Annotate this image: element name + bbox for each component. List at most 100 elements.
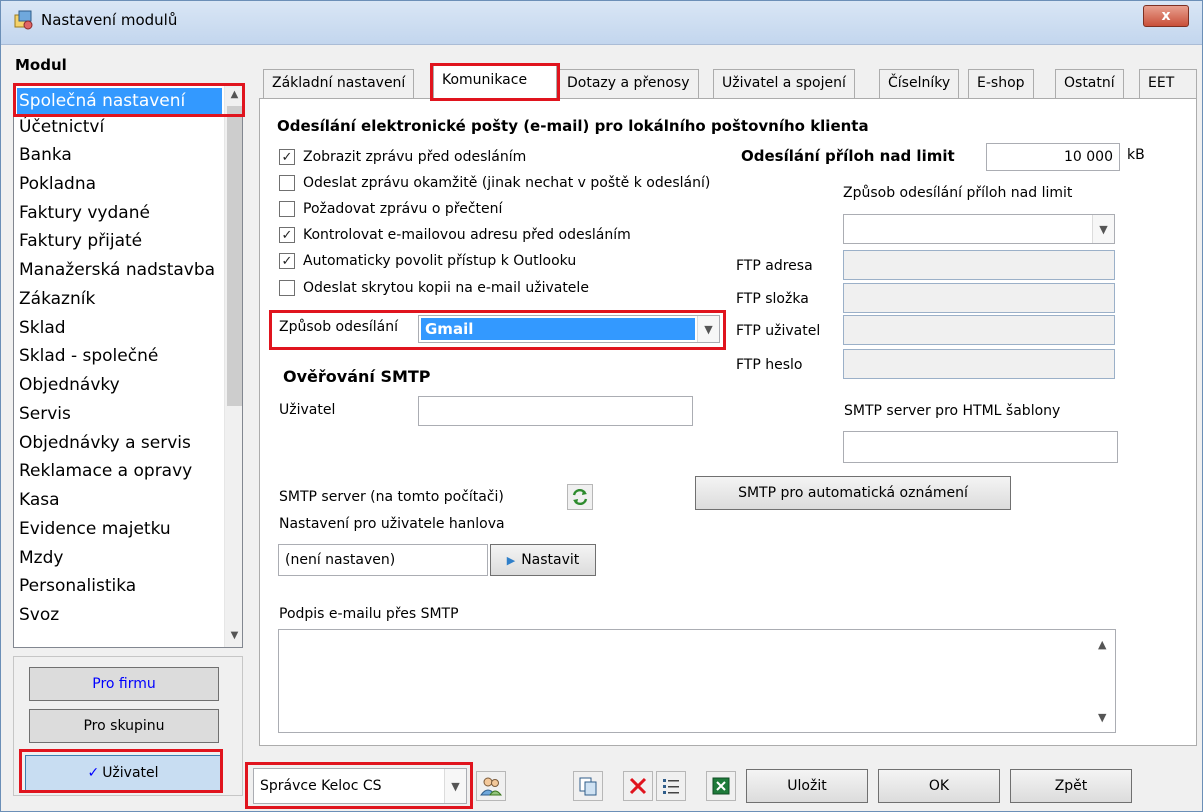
tab-user-connection[interactable]: Uživatel a spojení [713, 69, 855, 98]
user-combo[interactable]: Správce Keloc CS ▼ [253, 768, 467, 804]
users-icon[interactable] [476, 771, 506, 801]
checkbox-icon[interactable] [279, 175, 295, 191]
scroll-up-icon[interactable]: ▲ [1098, 638, 1106, 651]
signature-textarea[interactable]: ▲ ▼ [278, 629, 1116, 733]
save-button[interactable]: Uložit [746, 769, 868, 803]
back-button[interactable]: Zpět [1010, 769, 1132, 803]
smtp-auth-title: Ověřování SMTP [283, 367, 431, 386]
module-item[interactable]: Objednávky [17, 372, 222, 398]
smtp-html-server-label: SMTP server pro HTML šablony [844, 403, 1061, 419]
module-item[interactable]: Pokladna [17, 171, 222, 197]
tab-basic[interactable]: Základní nastavení [263, 69, 415, 98]
smtp-user-input[interactable] [418, 396, 693, 426]
excel-icon[interactable] [706, 771, 736, 801]
tab-eshop[interactable]: E-shop [968, 69, 1034, 98]
ftp-address-label: FTP adresa [736, 258, 813, 274]
set-smtp-label: Nastavit [521, 552, 580, 568]
option-label: Kontrolovat e-mailovou adresu před odesl… [303, 227, 631, 243]
set-smtp-button[interactable]: ▶ Nastavit [490, 544, 596, 576]
scroll-up-icon[interactable]: ▲ [225, 84, 242, 104]
scroll-down-icon[interactable]: ▼ [225, 625, 242, 645]
module-item[interactable]: Personalistika [17, 573, 222, 599]
option-outlook-access[interactable]: ✓ Automaticky povolit přístup k Outlooku [279, 249, 576, 273]
checkbox-checked-icon[interactable]: ✓ [279, 253, 295, 269]
signature-scrollbar[interactable]: ▲ ▼ [1093, 630, 1115, 732]
tab-eet[interactable]: EET [1139, 69, 1197, 98]
send-method-label: Způsob odesílání [279, 319, 399, 335]
option-label: Automaticky povolit přístup k Outlooku [303, 253, 577, 269]
module-item[interactable]: Zákazník [17, 286, 222, 312]
for-group-button[interactable]: Pro skupinu [29, 709, 219, 743]
app-icon [14, 10, 33, 30]
chevron-down-icon[interactable]: ▼ [697, 316, 719, 342]
copy-icon[interactable] [573, 771, 603, 801]
module-item[interactable]: Mzdy [17, 545, 222, 571]
module-item[interactable]: Faktury vydané [17, 200, 222, 226]
attachment-limit-input[interactable]: 10 000 [986, 143, 1120, 171]
smtp-auto-notify-button[interactable]: SMTP pro automatická oznámení [695, 476, 1011, 510]
smtp-user-label: Uživatel [279, 402, 336, 418]
scroll-thumb[interactable] [227, 106, 242, 406]
close-icon: x [1161, 8, 1171, 24]
attachment-limit-label: Odesílání příloh nad limit [741, 147, 955, 165]
module-item[interactable]: Objednávky a servis [17, 430, 222, 456]
tab-codebooks[interactable]: Číselníky [879, 69, 960, 98]
option-label: Zobrazit zprávu před odesláním [303, 149, 527, 165]
send-method-select[interactable]: Gmail ▼ [418, 315, 720, 343]
excel-glyph-icon [712, 777, 730, 795]
smtp-user-settings-label: Nastavení pro uživatele hanlova [279, 516, 505, 532]
module-item[interactable]: Banka [17, 142, 222, 168]
option-send-immediately[interactable]: Odeslat zprávu okamžitě (jinak nechat v … [279, 171, 710, 195]
option-read-receipt[interactable]: Požadovat zprávu o přečtení [279, 197, 502, 221]
option-label: Požadovat zprávu o přečtení [303, 201, 503, 217]
ftp-folder-label: FTP složka [736, 291, 809, 307]
copy-glyph-icon [579, 777, 597, 796]
checkbox-icon[interactable] [279, 280, 295, 296]
attachment-mode-select[interactable]: ▼ [843, 214, 1115, 244]
checkbox-icon[interactable] [279, 201, 295, 217]
module-item[interactable]: Manažerská nadstavba [17, 257, 222, 283]
module-item[interactable]: Faktury přijaté [17, 228, 222, 254]
option-check-address[interactable]: ✓ Kontrolovat e-mailovou adresu před ode… [279, 223, 631, 247]
module-header: Modul [15, 56, 67, 74]
module-item[interactable]: Svoz [17, 602, 222, 628]
tab-communication[interactable]: Komunikace [433, 64, 557, 99]
send-method-value: Gmail [421, 318, 695, 340]
ftp-password-input [843, 349, 1115, 379]
smtp-server-label: SMTP server (na tomto počítači) [279, 489, 504, 505]
user-scope-label: Uživatel [102, 765, 159, 781]
module-item[interactable]: Servis [17, 401, 222, 427]
checkbox-checked-icon[interactable]: ✓ [279, 227, 295, 243]
option-show-before-send[interactable]: ✓ Zobrazit zprávu před odesláním [279, 145, 526, 169]
users-glyph-icon [480, 777, 502, 796]
module-item[interactable]: Účetnictví [17, 114, 222, 140]
user-scope-button[interactable]: ✓ Uživatel [25, 755, 221, 791]
scroll-down-icon[interactable]: ▼ [1098, 711, 1106, 724]
ftp-folder-input [843, 283, 1115, 313]
ftp-user-input [843, 315, 1115, 345]
chevron-down-icon[interactable]: ▼ [444, 769, 466, 803]
delete-icon[interactable] [623, 771, 653, 801]
for-company-button[interactable]: Pro firmu [29, 667, 219, 701]
module-item[interactable]: Sklad - společné [17, 343, 222, 369]
module-item[interactable]: Kasa [17, 487, 222, 513]
option-bcc-user[interactable]: Odeslat skrytou kopii na e-mail uživatel… [279, 276, 589, 300]
module-list[interactable]: Společná nastavení Účetnictví Banka Pokl… [13, 83, 243, 648]
tab-queries[interactable]: Dotazy a přenosy [558, 69, 699, 98]
ftp-user-label: FTP uživatel [736, 323, 821, 339]
module-item[interactable]: Společná nastavení [17, 88, 222, 114]
chevron-down-icon[interactable]: ▼ [1092, 215, 1114, 243]
close-button[interactable]: x [1143, 5, 1189, 27]
module-scrollbar[interactable]: ▲ ▼ [224, 84, 242, 647]
module-item[interactable]: Evidence majetku [17, 516, 222, 542]
refresh-icon[interactable] [567, 484, 593, 510]
ok-button[interactable]: OK [878, 769, 1000, 803]
option-label: Odeslat zprávu okamžitě (jinak nechat v … [303, 175, 711, 191]
smtp-html-server-input[interactable] [843, 431, 1118, 463]
module-item[interactable]: Reklamace a opravy [17, 458, 222, 484]
checkbox-checked-icon[interactable]: ✓ [279, 149, 295, 165]
module-item[interactable]: Sklad [17, 315, 222, 341]
refresh-arrows-icon [572, 488, 588, 506]
list-icon[interactable] [656, 771, 686, 801]
tab-other[interactable]: Ostatní [1055, 69, 1124, 98]
